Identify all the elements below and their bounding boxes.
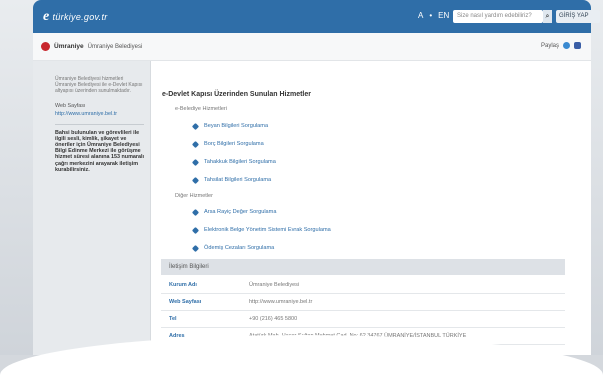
contact-row: Kurum Adı Ümraniye Belediyesi <box>161 277 565 294</box>
link-icon <box>191 208 200 216</box>
separator-icon: • <box>429 11 433 20</box>
group-heading: e-Belediye Hizmetleri <box>175 106 227 112</box>
municipality-name: Ümraniye Belediyesi <box>87 43 143 50</box>
contact-row: Tel +90 (216) 465 5800 <box>161 311 565 328</box>
service-link[interactable]: Tahsilat Bilgileri Sorgulama <box>191 176 271 184</box>
search-icon[interactable]: ⌕ <box>543 10 552 23</box>
municipality-logo-icon <box>41 42 50 51</box>
service-link[interactable]: Beyan Bilgileri Sorgulama <box>191 122 268 130</box>
edevlet-logo[interactable]: e türkiye.gov.tr <box>43 9 108 25</box>
sidebar-description: Ümraniye Belediyesi hizmetleri Ümraniye … <box>55 76 143 95</box>
facebook-icon[interactable] <box>574 42 581 49</box>
main-content: e-Devlet Kapısı Üzerinden Sunulan Hizmet… <box>151 61 591 355</box>
link-icon <box>191 122 200 130</box>
sidebar-note: Bahsi bulunulan ve görevlileri ile ilgil… <box>55 123 144 173</box>
sidebar: Ümraniye Belediyesi hizmetleri Ümraniye … <box>33 61 151 355</box>
logo-mark: e <box>43 9 50 24</box>
link-icon <box>191 176 200 184</box>
contact-heading: İletişim Bilgileri <box>161 259 565 275</box>
page-title: e-Devlet Kapısı Üzerinden Sunulan Hizmet… <box>162 91 311 98</box>
top-navigation-bar: e türkiye.gov.tr A • EN • Size nasıl yar… <box>33 0 600 33</box>
language-icon[interactable]: EN <box>438 11 449 20</box>
institution-bar: Ümraniye Ümraniye Belediyesi Paylaş <box>33 33 591 61</box>
service-link[interactable]: Borç Bilgileri Sorgulama <box>191 140 264 148</box>
logo-text: türkiye.gov.tr <box>52 12 108 22</box>
link-icon <box>191 158 200 166</box>
screenshot-frame: e türkiye.gov.tr A • EN • Size nasıl yar… <box>0 0 603 375</box>
municipality-brand: Ümraniye <box>54 43 84 50</box>
search-input[interactable]: Size nasıl yardım edebiliriz? <box>453 10 543 23</box>
login-button[interactable]: GİRİŞ YAP <box>556 10 600 23</box>
service-link[interactable]: Ödemiş Cezaları Sorgulama <box>191 244 274 252</box>
share-area: Paylaş <box>541 42 581 49</box>
group-heading: Diğer Hizmetler <box>175 193 213 199</box>
link-icon <box>191 244 200 252</box>
municipality-header[interactable]: Ümraniye Ümraniye Belediyesi <box>41 42 142 51</box>
sidebar-web-heading: Web Sayfası <box>55 102 86 109</box>
service-link[interactable]: Tahakkuk Bilgileri Sorgulama <box>191 158 276 166</box>
twitter-icon[interactable] <box>563 42 570 49</box>
service-link[interactable]: Arsa Rayiç Değer Sorgulama <box>191 208 276 216</box>
contact-row: Web Sayfası http://www.umraniye.bel.tr <box>161 294 565 311</box>
sidebar-web-link[interactable]: http://www.umraniye.bel.tr <box>55 111 144 117</box>
link-icon <box>191 226 200 234</box>
link-icon <box>191 140 200 148</box>
share-label: Paylaş <box>540 42 559 49</box>
service-link[interactable]: Elektronik Belge Yönetim Sistemi Evrak S… <box>191 226 331 234</box>
font-size-icon[interactable]: A <box>418 11 423 20</box>
